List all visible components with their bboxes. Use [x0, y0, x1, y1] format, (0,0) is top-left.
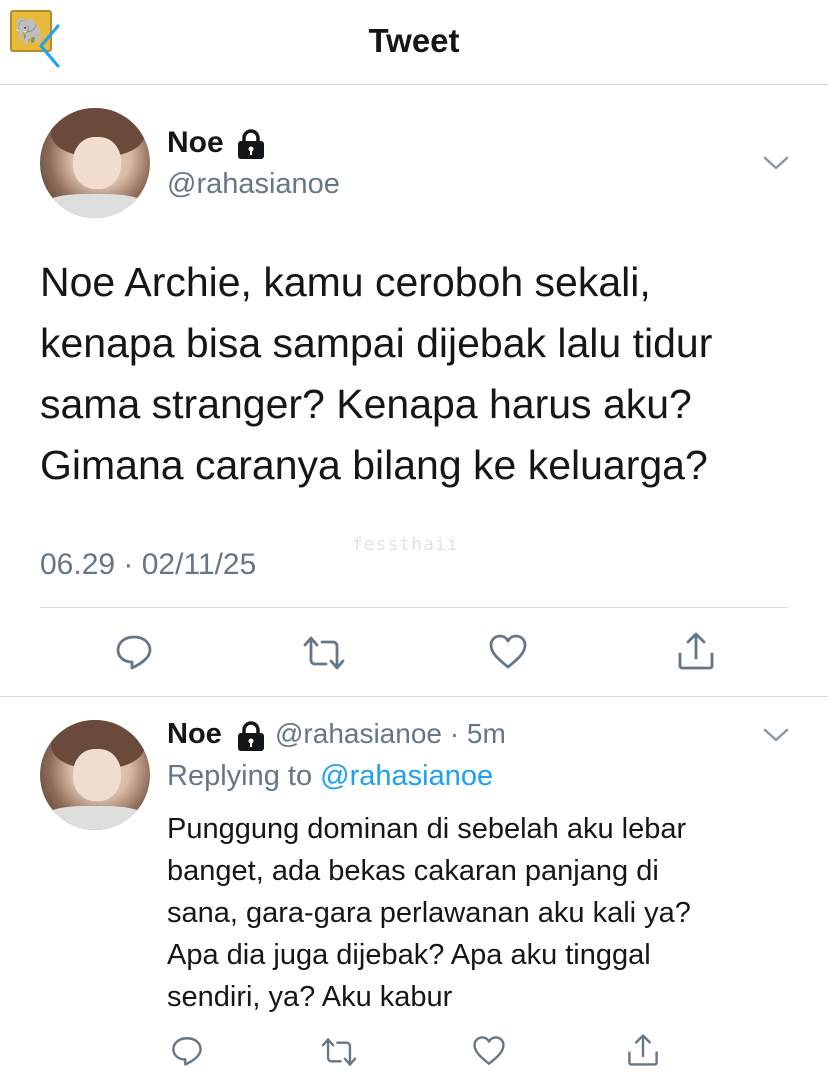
watermark: fessthaii	[352, 534, 459, 555]
reply-icon[interactable]	[114, 632, 154, 672]
share-icon[interactable]	[676, 630, 716, 672]
reply-retweet-icon[interactable]	[320, 1036, 358, 1068]
reply-text: Punggung dominan di sebelah aku lebar ba…	[167, 813, 691, 1013]
replying-to-label: Replying to	[167, 760, 313, 792]
reply-author-handle[interactable]: @rahasianoe	[275, 718, 442, 749]
author-handle[interactable]: @rahasianoe	[167, 168, 340, 201]
avatar[interactable]	[40, 108, 150, 218]
retweet-icon[interactable]	[302, 634, 346, 672]
replying-to: Replying to @rahasianoe	[167, 760, 493, 793]
reply-separator: ·	[449, 718, 460, 749]
tweet-divider	[0, 696, 828, 697]
reply-reply-icon[interactable]	[170, 1034, 204, 1068]
page-title: Tweet	[368, 22, 460, 59]
tweet-timestamp[interactable]: 06.29 · 02/11/25	[40, 548, 256, 582]
reply-author-name[interactable]: Noe	[167, 718, 222, 751]
header: 🐘 Tweet	[0, 0, 828, 84]
reply-heart-icon[interactable]	[472, 1034, 506, 1068]
reply-avatar[interactable]	[40, 720, 150, 830]
header-divider	[0, 84, 828, 85]
tweet-text: Noe Archie, kamu ceroboh sekali, kenapa …	[40, 259, 713, 488]
reply-lock-icon	[238, 721, 264, 751]
reply-chevron-down-icon[interactable]	[762, 726, 790, 744]
reply-meta: @rahasianoe · 5m	[275, 718, 506, 750]
lock-icon	[238, 129, 264, 159]
reply-time: 5m	[466, 718, 506, 749]
chevron-down-icon[interactable]	[762, 154, 790, 172]
replying-to-mention[interactable]: @rahasianoe	[320, 760, 493, 792]
timestamp-divider	[40, 607, 788, 608]
reply-share-icon[interactable]	[626, 1032, 660, 1068]
author-name[interactable]: Noe	[167, 126, 224, 160]
heart-icon[interactable]	[488, 632, 528, 672]
